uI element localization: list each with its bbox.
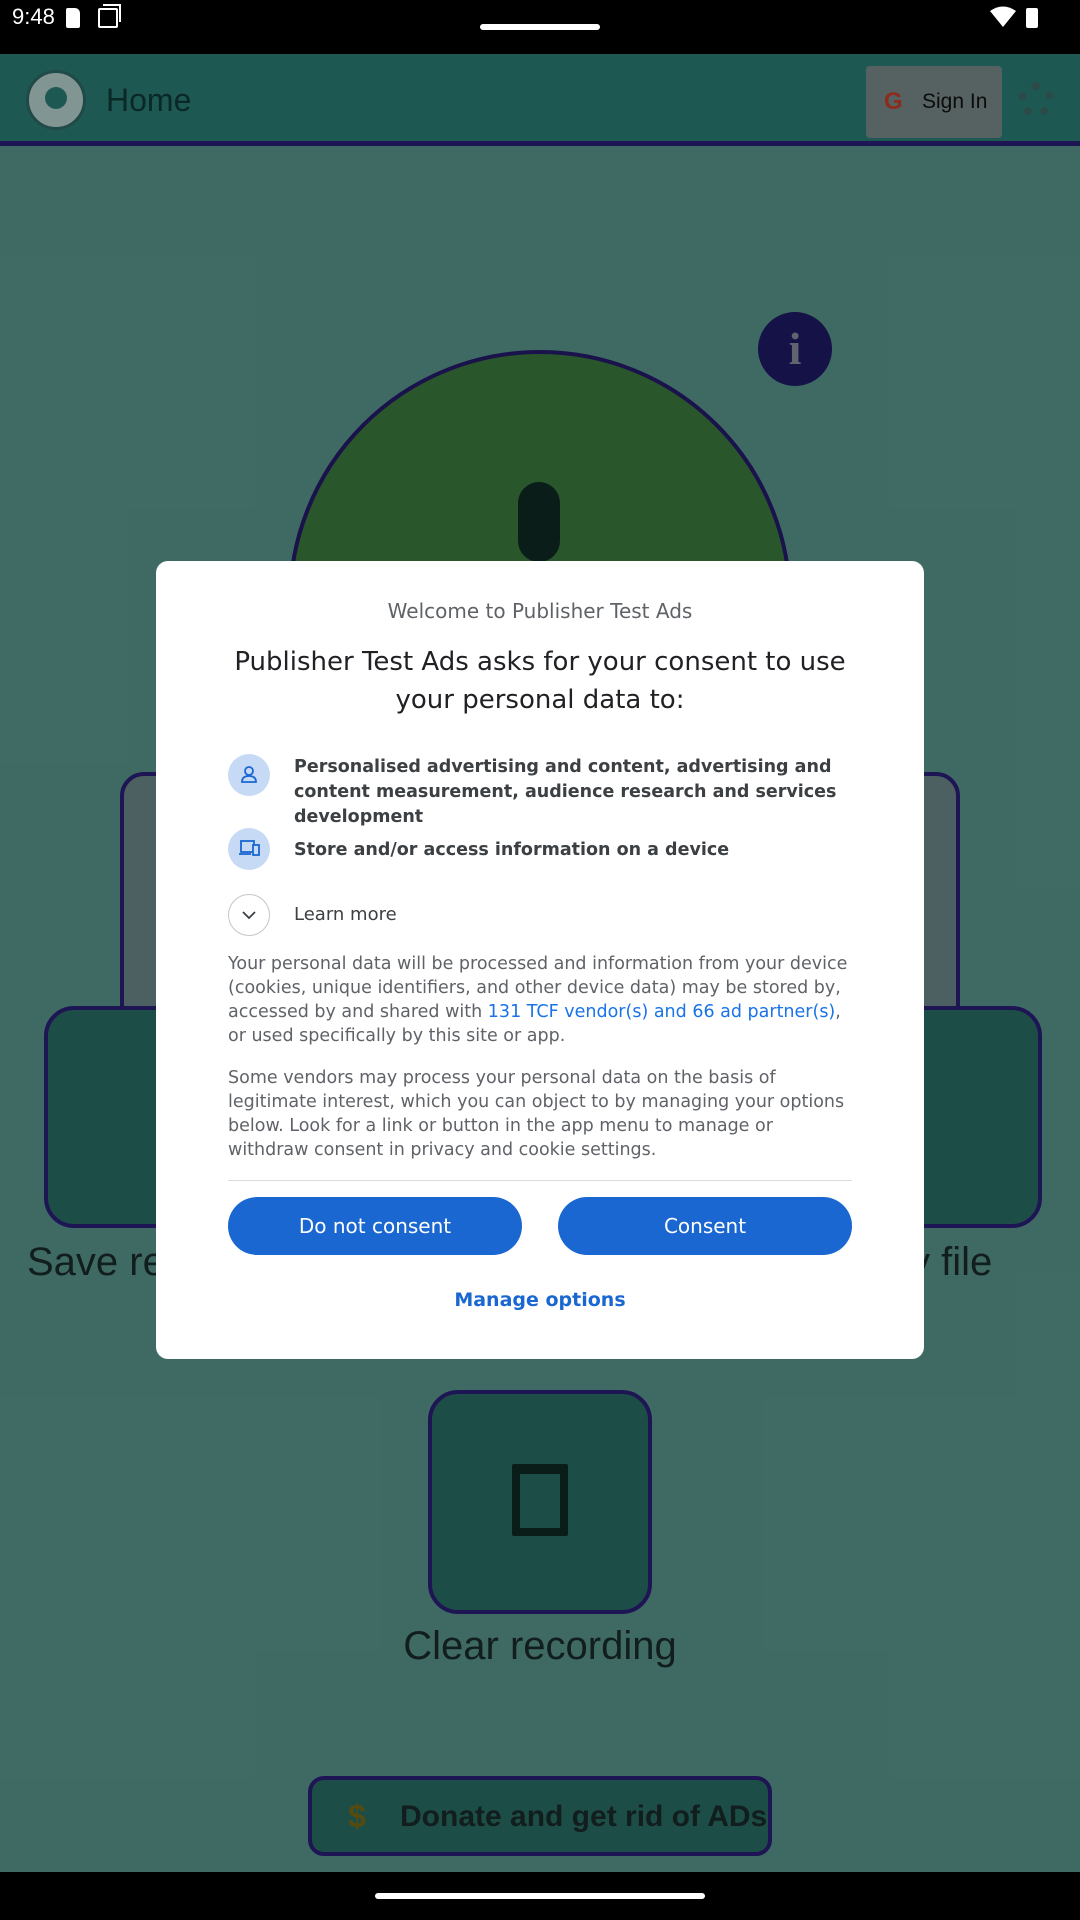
navigation-bar [0, 1872, 1080, 1920]
do-not-consent-button[interactable]: Do not consent [228, 1197, 522, 1255]
screenshot-icon [98, 4, 121, 28]
vendors-paragraph: Your personal data will be processed and… [228, 952, 852, 1048]
devices-icon [228, 828, 270, 870]
purpose-label: Store and/or access information on a dev… [294, 840, 730, 860]
sd-card-icon [66, 8, 80, 28]
divider [228, 1180, 852, 1181]
consent-button[interactable]: Consent [558, 1197, 852, 1255]
chevron-down-icon[interactable] [228, 894, 270, 936]
purpose-store-access: Store and/or access information on a dev… [228, 828, 868, 872]
learn-more-label: Learn more [294, 904, 397, 925]
status-bar: 9:48 [0, 0, 1080, 54]
dialog-welcome: Welcome to Publisher Test Ads [387, 599, 693, 623]
status-pill [480, 24, 600, 30]
battery-icon [1026, 8, 1038, 28]
status-time: 9:48 [12, 4, 55, 29]
purpose-label: Personalised advertising and content, ad… [294, 757, 837, 827]
learn-more-toggle[interactable]: Learn more [228, 894, 628, 936]
legitimate-interest-paragraph: Some vendors may process your personal d… [228, 1068, 845, 1160]
dialog-heading: Publisher Test Ads asks for your consent… [234, 647, 846, 715]
consent-dialog: Welcome to Publisher Test Ads Publisher … [156, 561, 924, 1359]
wifi-icon [990, 6, 1016, 27]
manage-options-link[interactable]: Manage options [156, 1289, 924, 1311]
home-handle[interactable] [375, 1893, 705, 1899]
person-icon [228, 754, 270, 796]
purpose-personalised-ads: Personalised advertising and content, ad… [228, 754, 868, 827]
vendors-link[interactable]: 131 TCF vendor(s) and 66 ad partner(s) [488, 1002, 835, 1022]
